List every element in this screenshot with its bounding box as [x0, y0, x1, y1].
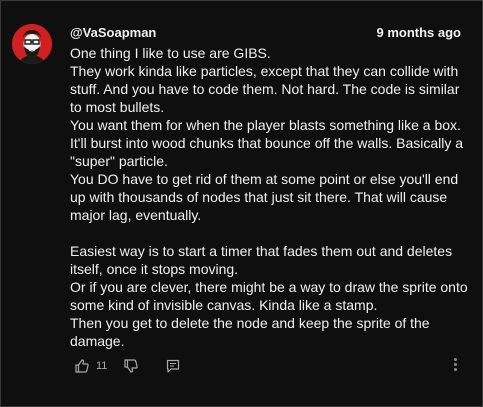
reply-button[interactable] [165, 358, 181, 374]
comment-line: One thing I like to use are GIBS. [70, 45, 271, 61]
comment-author[interactable]: @VaSoapman [70, 25, 156, 40]
avatar[interactable] [12, 24, 52, 64]
thumbs-down-icon [124, 359, 139, 373]
more-vertical-icon[interactable] [447, 356, 463, 374]
like-count: 11 [96, 360, 108, 372]
reply-icon [167, 359, 180, 373]
comment-line: Then you get to delete the node and keep… [70, 315, 430, 349]
comment-actions: 11 [74, 358, 181, 374]
comment-line: You want them for when the player blasts… [70, 117, 464, 169]
like-button[interactable] [74, 358, 90, 374]
dislike-button[interactable] [123, 358, 139, 374]
comment-text: One thing I like to use are GIBS. They w… [70, 44, 470, 350]
avatar-image [12, 24, 52, 64]
comment-line: Easiest way is to start a timer that fad… [70, 243, 453, 277]
comment-line: You DO have to get rid of them at some p… [70, 171, 459, 223]
comment-timestamp[interactable]: 9 months ago [376, 25, 461, 40]
thumbs-up-icon [75, 359, 89, 373]
comment-line: They work kinda like particles, except t… [70, 63, 460, 115]
comment-line: Or if you are clever, there might be a w… [70, 279, 468, 313]
